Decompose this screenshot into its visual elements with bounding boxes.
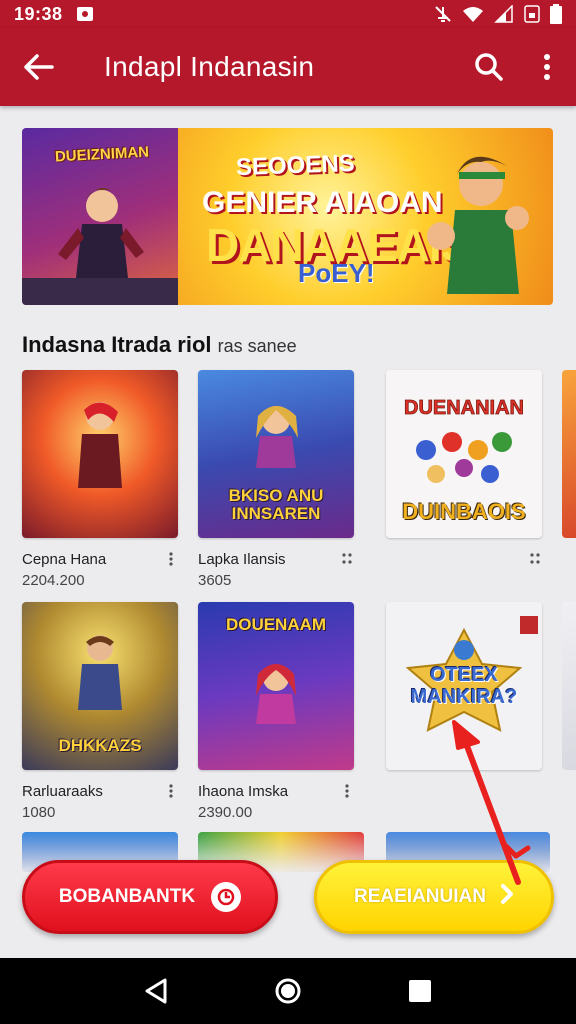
mute-icon <box>435 6 451 22</box>
banner-line4: PoEY! <box>298 258 375 288</box>
nav-back-icon <box>145 978 167 1004</box>
game-card[interactable]: BKISO ANU INNSAREN Lapka Ilansis 3605 <box>198 370 354 589</box>
secondary-action-label: REAEIANUIAN <box>354 886 486 907</box>
game-meta: Rarluaraaks <box>22 780 178 802</box>
overflow-menu-button[interactable] <box>518 28 576 106</box>
section-title-text: Indasna Itrada riol <box>22 332 212 357</box>
game-stat: 2390.00 <box>198 804 253 821</box>
nav-home-button[interactable] <box>258 961 318 1021</box>
game-card-partial[interactable] <box>562 370 576 538</box>
app-bar: Indapl Indanasin <box>0 28 576 106</box>
section-title: Indasna Itrada riol ras sanee <box>22 332 297 358</box>
game-stat: 2204.200 <box>22 572 85 589</box>
back-button[interactable] <box>0 28 78 106</box>
secondary-action-button[interactable]: REAEIANUIAN <box>314 860 554 934</box>
more-vert-icon[interactable] <box>164 550 178 568</box>
signal-icon <box>494 5 513 23</box>
game-meta <box>386 780 542 802</box>
game-card[interactable]: DUENANIAN DUINBAOIS <box>386 370 542 572</box>
app-bar-actions <box>460 28 576 106</box>
game-card[interactable]: DHKKAZS Rarluaraaks 1080 <box>22 602 178 821</box>
banner-left-art: DUEIZNIMAN <box>22 128 178 305</box>
game-thumb-title: OTEEX MANKIRA? <box>410 664 518 708</box>
page-title: Indapl Indanasin <box>104 51 315 82</box>
game-art: DUENANIAN <box>404 397 524 483</box>
banner-hero-icon <box>427 156 529 294</box>
game-thumbnail: OTEEX MANKIRA? <box>386 602 542 770</box>
more-vert-icon[interactable] <box>528 550 542 568</box>
game-meta <box>386 548 542 570</box>
game-card-partial[interactable] <box>562 602 576 770</box>
nav-back-button[interactable] <box>126 961 186 1021</box>
character-icon <box>78 402 122 488</box>
game-stat: 3605 <box>198 572 232 589</box>
search-icon <box>475 53 503 81</box>
game-meta: Cepna Hana <box>22 548 178 570</box>
more-vert-icon[interactable] <box>340 550 354 568</box>
search-button[interactable] <box>460 28 518 106</box>
notification-icon <box>76 7 93 21</box>
more-vert-icon[interactable] <box>340 782 354 800</box>
banner-line2: GENIER AIAOAN <box>202 186 443 219</box>
system-nav-bar <box>0 958 576 1024</box>
game-name: Ihaona Imska <box>198 782 289 800</box>
game-meta: Ihaona Imska <box>198 780 354 802</box>
game-name: Lapka Ilansis <box>198 550 286 568</box>
status-icons <box>434 4 562 24</box>
character-icon <box>256 406 298 468</box>
game-thumbnail: DUENANIAN DUINBAOIS <box>386 370 542 538</box>
character-icon <box>78 635 122 710</box>
game-thumb-title: DHKKAZS <box>58 736 142 756</box>
game-thumb-title: BKISO ANU INNSAREN <box>228 485 324 524</box>
arrow-left-icon <box>24 54 54 80</box>
primary-action-button[interactable]: BOBANBANTK <box>22 860 278 934</box>
section-subtitle: ras sanee <box>217 336 297 356</box>
more-vert-icon[interactable] <box>164 782 178 800</box>
svg-text:DUENANIAN: DUENANIAN <box>404 397 524 419</box>
sim-icon <box>524 5 540 23</box>
banner-right-art: SEOOENS GENIER AIAOAN DANAAEAIS PoEY! <box>178 128 553 305</box>
nav-recents-icon <box>409 980 431 1002</box>
character-icon <box>256 664 296 724</box>
banner-line1: SEOOENS <box>235 149 356 182</box>
status-time: 19:38 <box>14 3 63 24</box>
primary-action-label: BOBANBANTK <box>58 886 196 907</box>
game-stat: 1080 <box>22 804 56 821</box>
game-thumbnail: BKISO ANU INNSAREN <box>198 370 354 538</box>
game-thumbnail <box>22 370 178 538</box>
nav-home-icon <box>275 978 301 1004</box>
game-card[interactable]: DOUENAAM Ihaona Imska 2390.00 <box>198 602 354 821</box>
game-thumb-title: DOUENAAM <box>225 615 327 634</box>
game-thumbnail: DOUENAAM <box>198 602 354 770</box>
hero-figure-icon <box>22 188 178 305</box>
game-card[interactable]: Cepna Hana 2204.200 <box>22 370 178 589</box>
game-name: Rarluaraaks <box>22 782 103 800</box>
game-card[interactable]: OTEEX MANKIRA? <box>386 602 542 804</box>
game-name: Cepna Hana <box>22 550 107 568</box>
more-vert-icon <box>544 54 550 80</box>
chevron-right-icon <box>500 883 514 911</box>
nav-recents-button[interactable] <box>390 961 450 1021</box>
game-meta: Lapka Ilansis <box>198 548 354 570</box>
game-thumbnail: DHKKAZS <box>22 602 178 770</box>
play-icon <box>211 882 242 912</box>
wifi-icon <box>463 7 483 22</box>
status-bar: 19:38 <box>0 0 576 28</box>
battery-icon <box>550 4 562 24</box>
featured-banner[interactable]: DUEIZNIMAN SEOOENS GENIER AIAOAN DANAAEA… <box>22 128 553 305</box>
